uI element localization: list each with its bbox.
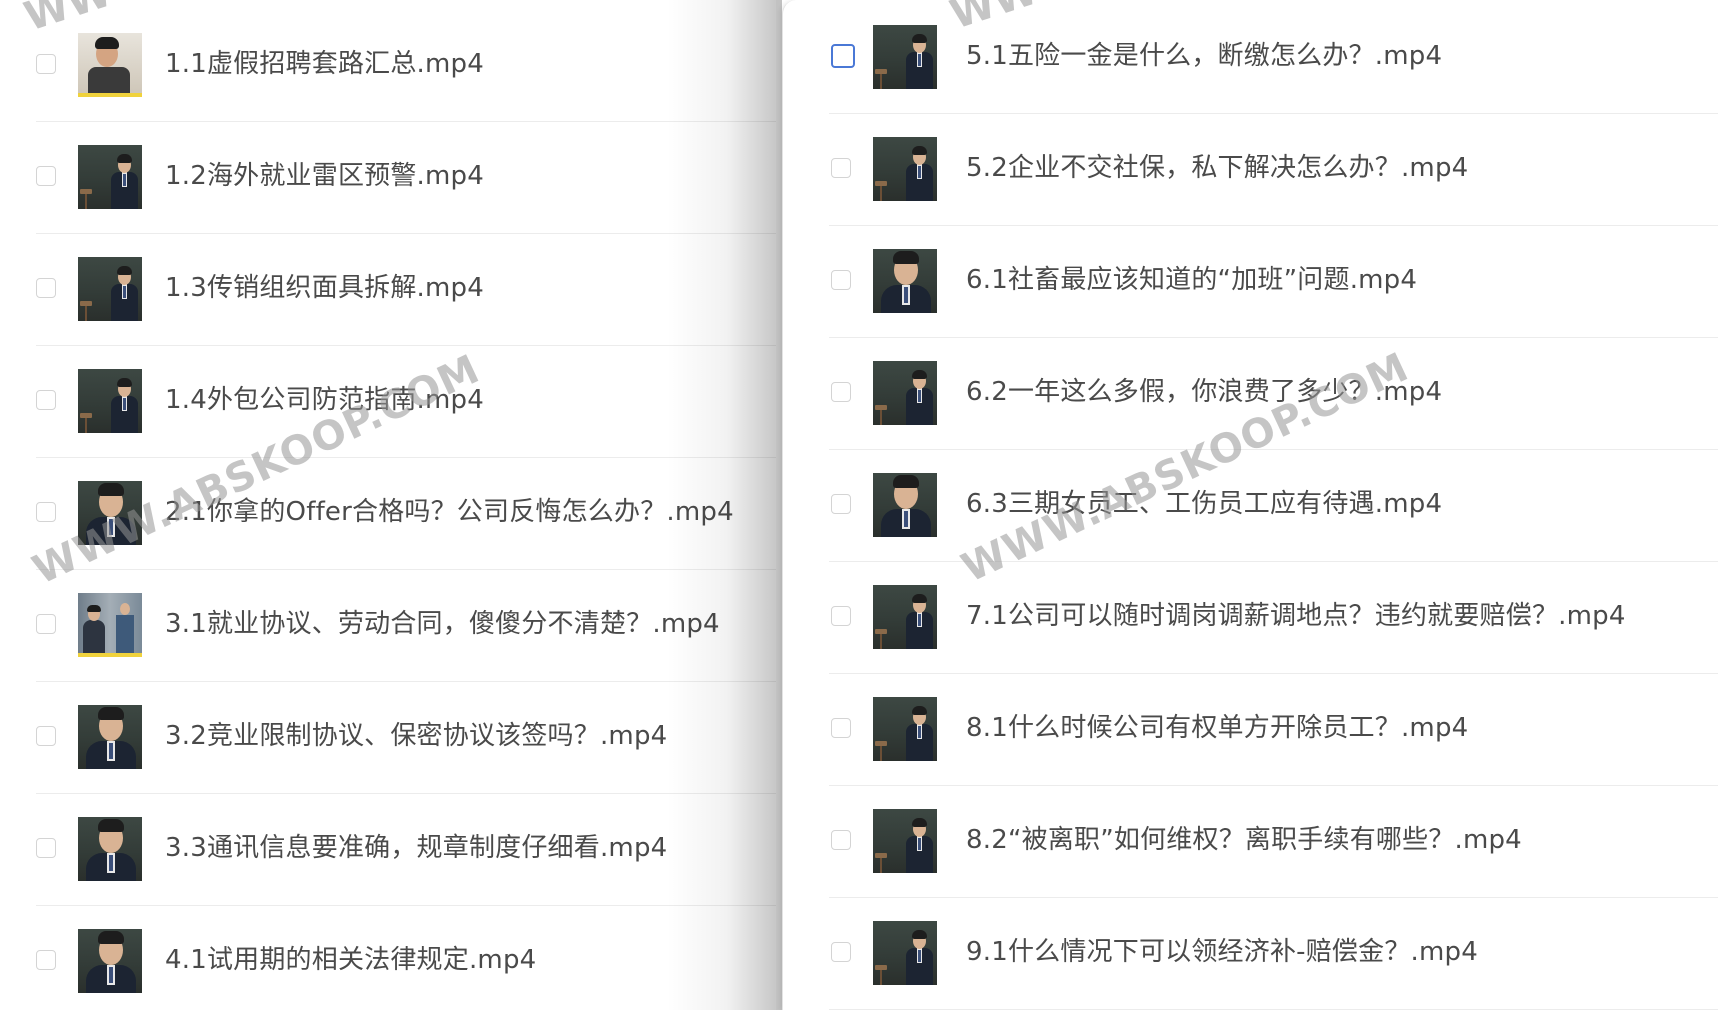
select-checkbox[interactable] xyxy=(831,382,851,402)
file-row[interactable]: 3.3通讯信息要准确，规章制度仔细看.mp4 xyxy=(0,794,776,906)
file-row[interactable]: 1.1虚假招聘套路汇总.mp4 xyxy=(0,10,776,122)
select-checkbox[interactable] xyxy=(831,270,851,290)
select-checkbox[interactable] xyxy=(831,158,851,178)
file-name[interactable]: 1.1虚假招聘套路汇总.mp4 xyxy=(165,44,484,84)
video-thumbnail-icon xyxy=(78,369,142,433)
file-name[interactable]: 9.1什么情况下可以领经济补-赔偿金？.mp4 xyxy=(966,932,1478,972)
file-row[interactable]: 1.2海外就业雷区预警.mp4 xyxy=(0,122,776,234)
file-name[interactable]: 1.3传销组织面具拆解.mp4 xyxy=(165,268,484,308)
right-file-list: 5.1五险一金是什么，断缴怎么办？.mp4 5.2企业不交社保，私下解决怎么办？… xyxy=(783,2,1718,1010)
file-name[interactable]: 3.3通讯信息要准确，规章制度仔细看.mp4 xyxy=(165,828,667,868)
select-checkbox[interactable] xyxy=(831,718,851,738)
video-thumbnail-icon xyxy=(78,817,142,881)
video-thumbnail-icon xyxy=(873,25,937,89)
file-name[interactable]: 3.1就业协议、劳动合同，傻傻分不清楚？.mp4 xyxy=(165,604,720,644)
file-row[interactable]: 9.1什么情况下可以领经济补-赔偿金？.mp4 xyxy=(783,898,1718,1010)
video-thumbnail-icon xyxy=(78,481,142,545)
video-thumbnail-icon xyxy=(78,705,142,769)
select-checkbox[interactable] xyxy=(36,54,56,74)
video-thumbnail-icon xyxy=(873,473,937,537)
select-checkbox[interactable] xyxy=(36,614,56,634)
select-checkbox[interactable] xyxy=(36,726,56,746)
file-name[interactable]: 6.1社畜最应该知道的“加班”问题.mp4 xyxy=(966,260,1417,300)
file-name[interactable]: 8.2“被离职”如何维权？离职手续有哪些？.mp4 xyxy=(966,820,1522,860)
file-name[interactable]: 5.2企业不交社保，私下解决怎么办？.mp4 xyxy=(966,148,1468,188)
select-checkbox[interactable] xyxy=(36,166,56,186)
left-file-panel: 1.1虚假招聘套路汇总.mp4 1.2海外就业雷区预警.mp4 1.3传销组织面… xyxy=(0,0,776,1010)
file-row[interactable]: 3.2竞业限制协议、保密协议该签吗？.mp4 xyxy=(0,682,776,794)
video-thumbnail-icon xyxy=(873,921,937,985)
select-checkbox-focused[interactable] xyxy=(831,44,855,68)
video-thumbnail-icon xyxy=(873,137,937,201)
video-thumbnail-icon xyxy=(78,593,142,657)
file-name[interactable]: 3.2竞业限制协议、保密协议该签吗？.mp4 xyxy=(165,716,667,756)
select-checkbox[interactable] xyxy=(36,950,56,970)
left-file-list: 1.1虚假招聘套路汇总.mp4 1.2海外就业雷区预警.mp4 1.3传销组织面… xyxy=(0,10,776,1010)
file-name[interactable]: 1.4外包公司防范指南.mp4 xyxy=(165,380,484,420)
select-checkbox[interactable] xyxy=(831,606,851,626)
video-thumbnail-icon xyxy=(873,809,937,873)
file-row[interactable]: 4.1试用期的相关法律规定.mp4 xyxy=(0,906,776,1010)
video-thumbnail-icon xyxy=(873,249,937,313)
select-checkbox[interactable] xyxy=(36,838,56,858)
file-row[interactable]: 8.1什么时候公司有权单方开除员工？.mp4 xyxy=(783,674,1718,786)
file-row[interactable]: 6.2一年这么多假，你浪费了多少？.mp4 xyxy=(783,338,1718,450)
file-name[interactable]: 1.2海外就业雷区预警.mp4 xyxy=(165,156,484,196)
file-row[interactable]: 2.1你拿的Offer合格吗？公司反悔怎么办？.mp4 xyxy=(0,458,776,570)
select-checkbox[interactable] xyxy=(36,502,56,522)
file-name[interactable]: 2.1你拿的Offer合格吗？公司反悔怎么办？.mp4 xyxy=(165,492,734,532)
video-thumbnail-icon xyxy=(873,697,937,761)
video-thumbnail-icon xyxy=(78,257,142,321)
select-checkbox[interactable] xyxy=(831,942,851,962)
video-thumbnail-icon xyxy=(78,145,142,209)
file-row[interactable]: 8.2“被离职”如何维权？离职手续有哪些？.mp4 xyxy=(783,786,1718,898)
file-name[interactable]: 4.1试用期的相关法律规定.mp4 xyxy=(165,940,536,980)
file-row[interactable]: 5.2企业不交社保，私下解决怎么办？.mp4 xyxy=(783,114,1718,226)
video-thumbnail-icon xyxy=(78,929,142,993)
file-row[interactable]: 1.4外包公司防范指南.mp4 xyxy=(0,346,776,458)
file-name[interactable]: 8.1什么时候公司有权单方开除员工？.mp4 xyxy=(966,708,1468,748)
video-thumbnail-icon xyxy=(873,361,937,425)
file-row[interactable]: 3.1就业协议、劳动合同，傻傻分不清楚？.mp4 xyxy=(0,570,776,682)
file-name[interactable]: 7.1公司可以随时调岗调薪调地点？违约就要赔偿？.mp4 xyxy=(966,596,1626,636)
select-checkbox[interactable] xyxy=(36,390,56,410)
video-thumbnail-icon xyxy=(78,33,142,97)
file-name[interactable]: 6.2一年这么多假，你浪费了多少？.mp4 xyxy=(966,372,1442,412)
file-name[interactable]: 6.3三期女员工、工伤员工应有待遇.mp4 xyxy=(966,484,1442,524)
file-row[interactable]: 7.1公司可以随时调岗调薪调地点？违约就要赔偿？.mp4 xyxy=(783,562,1718,674)
file-name[interactable]: 5.1五险一金是什么，断缴怎么办？.mp4 xyxy=(966,36,1442,76)
select-checkbox[interactable] xyxy=(831,494,851,514)
file-row[interactable]: 5.1五险一金是什么，断缴怎么办？.mp4 xyxy=(783,2,1718,114)
file-row[interactable]: 6.3三期女员工、工伤员工应有待遇.mp4 xyxy=(783,450,1718,562)
select-checkbox[interactable] xyxy=(36,278,56,298)
select-checkbox[interactable] xyxy=(831,830,851,850)
video-thumbnail-icon xyxy=(873,585,937,649)
file-row[interactable]: 1.3传销组织面具拆解.mp4 xyxy=(0,234,776,346)
file-row[interactable]: 6.1社畜最应该知道的“加班”问题.mp4 xyxy=(783,226,1718,338)
right-file-panel: 5.1五险一金是什么，断缴怎么办？.mp4 5.2企业不交社保，私下解决怎么办？… xyxy=(782,0,1718,1010)
